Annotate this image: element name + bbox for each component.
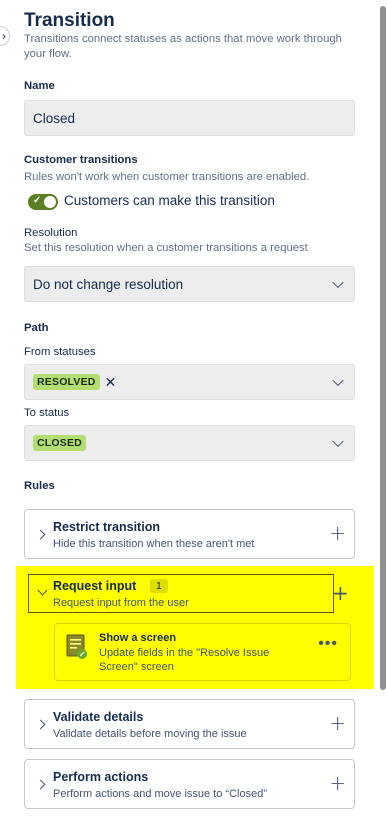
rule-description: Validate details before moving the issue	[53, 728, 247, 740]
chevron-right-icon	[35, 529, 46, 540]
customer-transitions-label: Customer transitions	[24, 154, 138, 166]
status-lozenge-resolved: RESOLVED	[33, 374, 100, 390]
add-icon[interactable]: +	[329, 522, 346, 544]
from-statuses-label: From statuses	[24, 346, 96, 358]
name-input[interactable]: Closed	[24, 100, 355, 136]
name-value: Closed	[33, 110, 76, 126]
chevron-down-icon	[332, 374, 344, 387]
rule-description: Hide this transition when these aren't m…	[53, 538, 255, 550]
rule-request-input[interactable]: Request input 1 Request input from the u…	[28, 574, 334, 613]
to-status-label: To status	[24, 407, 70, 419]
scrollbar[interactable]	[378, 0, 387, 828]
screen-description: Update fields in the "Resolve Issue Scre…	[99, 647, 270, 673]
to-status-select[interactable]: CLOSED	[24, 425, 355, 461]
chevron-right-icon: ›	[2, 29, 6, 43]
resolution-label: Resolution	[24, 227, 78, 239]
from-statuses-select[interactable]: RESOLVED ✕	[24, 364, 355, 400]
count-badge: 1	[150, 579, 168, 593]
add-icon[interactable]: +	[332, 582, 349, 604]
toggle-label: Customers can make this transition	[64, 193, 275, 208]
screen-title: Show a screen	[99, 632, 177, 644]
scrollbar-thumb[interactable]	[380, 6, 386, 690]
status-lozenge-closed: CLOSED	[33, 435, 86, 451]
remove-icon[interactable]: ✕	[105, 374, 117, 390]
path-label: Path	[24, 322, 49, 334]
page-title: Transition	[24, 10, 115, 31]
rule-description: Perform actions and move issue to “Close…	[53, 788, 267, 800]
chevron-right-icon	[35, 779, 46, 790]
rule-restrict-transition[interactable]: Restrict transition Hide this transition…	[24, 509, 355, 559]
toggle-knob	[44, 196, 56, 208]
show-screen-card[interactable]: Show a screen Update fields in the "Reso…	[54, 623, 351, 681]
check-icon: ✓	[33, 195, 42, 206]
screen-form-icon	[66, 634, 87, 659]
chevron-down-icon	[332, 276, 344, 289]
rule-title: Validate details	[53, 710, 144, 724]
rule-validate-details[interactable]: Validate details Validate details before…	[24, 699, 355, 749]
more-icon[interactable]: •••	[318, 635, 338, 653]
rule-title: Restrict transition	[53, 520, 160, 534]
rule-title: Perform actions	[53, 770, 149, 784]
customer-transition-toggle[interactable]: ✓	[28, 194, 58, 210]
add-icon[interactable]: +	[329, 712, 346, 734]
collapse-panel-button[interactable]: ›	[0, 26, 10, 46]
chevron-down-icon	[332, 435, 344, 448]
resolution-select[interactable]: Do not change resolution	[24, 266, 355, 302]
chevron-down-icon	[37, 585, 48, 596]
page-description: Transitions connect statuses as actions …	[24, 33, 342, 60]
name-label: Name	[24, 80, 55, 92]
rule-description: Request input from the user	[53, 597, 189, 609]
rule-perform-actions[interactable]: Perform actions Perform actions and move…	[24, 759, 355, 809]
resolution-value: Do not change resolution	[33, 276, 184, 292]
add-icon[interactable]: +	[329, 772, 346, 794]
rule-title: Request input	[53, 579, 137, 593]
rules-label: Rules	[24, 480, 55, 492]
customer-transitions-help: Rules won't work when customer transitio…	[24, 171, 310, 183]
chevron-right-icon	[35, 719, 46, 730]
resolution-help: Set this resolution when a customer tran…	[24, 242, 308, 254]
